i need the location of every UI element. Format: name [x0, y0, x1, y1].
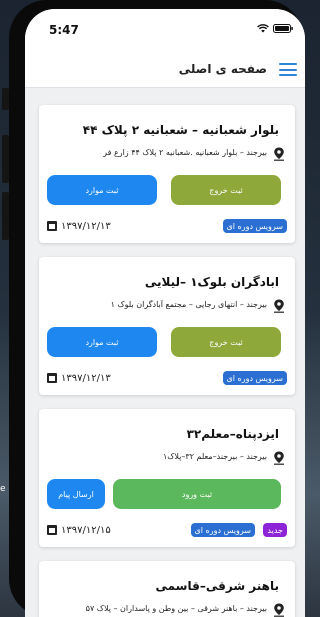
register-exit-button[interactable]: ثبت خروج — [171, 175, 281, 205]
location-pin-icon — [274, 451, 284, 465]
location-pin-icon — [274, 603, 284, 617]
card-date: ۱۳۹۷/۱۲/۱۳ — [61, 372, 111, 384]
service-type-badge: سرویس دوره ای — [190, 523, 255, 537]
card-date: ۱۳۹۷/۱۲/۱۳ — [61, 220, 111, 232]
card-date: ۱۳۹۷/۱۲/۱۵ — [61, 524, 111, 536]
register-items-button[interactable]: ثبت موارد — [47, 175, 157, 205]
date-row: ۱۳۹۷/۱۲/۱۳ — [47, 371, 111, 385]
battery-icon — [273, 24, 293, 33]
background-text-fragment: e — [0, 484, 6, 494]
new-badge: جدید — [263, 523, 287, 537]
send-message-button[interactable]: ارسال پیام — [47, 479, 105, 509]
status-time: 5:47 — [49, 23, 79, 37]
location-pin-icon — [274, 147, 284, 161]
hamburger-menu-icon[interactable] — [279, 63, 297, 76]
service-card[interactable]: بلوار شعبانیه – شعبانیه ۲ پلاک ۴۴ بیرجند… — [39, 105, 295, 243]
card-address: بیرجند – بلوار شعبانیه .شعبانیه ۲ پلاک ۴… — [103, 148, 267, 157]
register-exit-button[interactable]: ثبت خروج — [171, 327, 281, 357]
register-items-button[interactable]: ثبت موارد — [47, 327, 157, 357]
date-row: ۱۳۹۷/۱۲/۱۳ — [47, 219, 111, 233]
address-row: بیرجند – باهنر شرقی – بین وطن و پاسداران… — [47, 603, 285, 617]
register-entry-button[interactable]: ثبت ورود — [113, 479, 281, 509]
card-title: باهنر شرقی–قاسمی — [155, 579, 280, 593]
app-screen: 5:47 صفحه ی اصلی بلوار شعبانیه – شعبانیه… — [25, 9, 305, 617]
mute-switch — [2, 88, 9, 110]
date-row: ۱۳۹۷/۱۲/۱۵ — [47, 523, 111, 537]
app-header: صفحه ی اصلی — [25, 51, 305, 88]
card-title: بلوار شعبانیه – شعبانیه ۲ پلاک ۴۴ — [82, 123, 279, 137]
status-icons — [257, 24, 293, 33]
service-card[interactable]: باهنر شرقی–قاسمی بیرجند – باهنر شرقی – ب… — [39, 561, 295, 617]
card-address: بیرجند – بیرجند–معلم ۳۲–پلاک۱ — [162, 452, 267, 461]
card-title: ابادگران بلوک۱ –لیلایی — [144, 275, 279, 289]
service-card[interactable]: ابادگران بلوک۱ –لیلایی بیرجند – انتهای ر… — [39, 257, 295, 395]
calendar-icon — [47, 373, 57, 383]
service-card[interactable]: ایزدپناه–معلم۳۲ بیرجند – بیرجند–معلم ۳۲–… — [39, 409, 295, 547]
location-pin-icon — [274, 299, 284, 313]
volume-up-button — [2, 135, 9, 183]
phone-frame: 5:47 صفحه ی اصلی بلوار شعبانیه – شعبانیه… — [9, 0, 305, 617]
address-row: بیرجند – انتهای رجایی – مجتمع آبادگران ب… — [47, 299, 285, 313]
service-type-badge: سرویس دوره ای — [222, 371, 287, 385]
service-type-badge: سرویس دوره ای — [222, 219, 287, 233]
page-title: صفحه ی اصلی — [178, 62, 267, 76]
card-address: بیرجند – باهنر شرقی – بین وطن و پاسداران… — [85, 604, 267, 613]
card-address: بیرجند – انتهای رجایی – مجتمع آبادگران ب… — [110, 300, 267, 309]
card-title: ایزدپناه–معلم۳۲ — [186, 427, 279, 441]
volume-down-button — [2, 192, 9, 240]
status-bar: 5:47 — [25, 9, 305, 51]
address-row: بیرجند – بلوار شعبانیه .شعبانیه ۲ پلاک ۴… — [47, 147, 285, 161]
calendar-icon — [47, 221, 57, 231]
wifi-icon — [257, 24, 269, 33]
calendar-icon — [47, 525, 57, 535]
address-row: بیرجند – بیرجند–معلم ۳۲–پلاک۱ — [47, 451, 285, 465]
